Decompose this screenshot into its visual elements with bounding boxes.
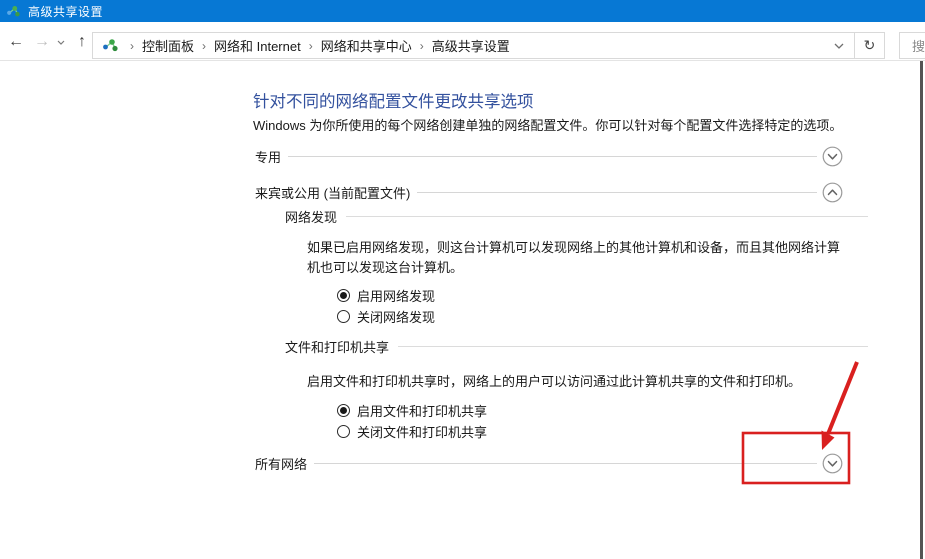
address-bar[interactable]: › 控制面板 › 网络和 Internet › 网络和共享中心 › 高级共享设置… <box>92 32 885 59</box>
advanced-sharing-settings-window: 高级共享设置 ← → ↑ › 控制面板 › 网络和 Internet <box>0 0 925 559</box>
subsection-file-printer-sharing: 文件和打印机共享 <box>285 338 868 354</box>
network-icon <box>102 38 119 53</box>
expand-private-chevron-icon[interactable] <box>822 146 843 167</box>
radio-enable-file-sharing[interactable] <box>337 404 350 417</box>
breadcrumb: › 控制面板 › 网络和 Internet › 网络和共享中心 › 高级共享设置 <box>93 36 824 55</box>
breadcrumb-item-control-panel[interactable]: 控制面板 <box>142 36 194 55</box>
breadcrumb-separator: › <box>412 39 432 53</box>
file-printer-sharing-title: 文件和打印机共享 <box>285 337 389 356</box>
section-divider <box>288 156 817 157</box>
title-bar: 高级共享设置 <box>0 0 925 22</box>
breadcrumb-item-network-sharing-center[interactable]: 网络和共享中心 <box>321 36 412 55</box>
refresh-icon[interactable]: ↻ <box>854 33 884 58</box>
file-printer-sharing-description: 启用文件和打印机共享时，网络上的用户可以访问通过此计算机共享的文件和打印机。 <box>307 372 852 392</box>
subsection-divider <box>398 346 868 347</box>
radio-row-enable-network-discovery[interactable]: 启用网络发现 <box>337 286 435 305</box>
sharing-settings-icon <box>6 5 21 18</box>
page-title: 针对不同的网络配置文件更改共享选项 <box>253 88 534 112</box>
section-guest-public-label: 来宾或公用 (当前配置文件) <box>255 183 410 202</box>
network-discovery-description: 如果已启用网络发现，则这台计算机可以发现网络上的其他计算机和设备，而且其他网络计… <box>307 238 852 278</box>
navigation-toolbar: ← → ↑ › 控制面板 › 网络和 Internet › 网络和共享中心 <box>0 22 925 61</box>
radio-row-disable-network-discovery[interactable]: 关闭网络发现 <box>337 307 435 326</box>
breadcrumb-item-network-internet[interactable]: 网络和 Internet <box>214 36 301 55</box>
radio-disable-network-discovery[interactable] <box>337 310 350 323</box>
breadcrumb-separator: › <box>301 39 321 53</box>
page-description: Windows 为你所使用的每个网络创建单独的网络配置文件。你可以针对每个配置文… <box>253 115 842 134</box>
window-title: 高级共享设置 <box>28 3 103 20</box>
network-discovery-title: 网络发现 <box>285 207 337 226</box>
subsection-divider <box>346 216 868 217</box>
recent-pages-chevron-icon[interactable] <box>54 31 68 53</box>
section-divider <box>314 463 817 464</box>
expand-all-networks-chevron-icon[interactable] <box>822 453 843 474</box>
section-private-label: 专用 <box>255 147 281 166</box>
radio-row-enable-file-sharing[interactable]: 启用文件和打印机共享 <box>337 401 487 420</box>
file-printer-sharing-options: 启用文件和打印机共享 关闭文件和打印机共享 <box>337 401 487 443</box>
section-guest-public: 来宾或公用 (当前配置文件) <box>255 181 843 203</box>
collapse-guest-public-chevron-icon[interactable] <box>822 182 843 203</box>
breadcrumb-separator: › <box>122 39 142 53</box>
subsection-network-discovery: 网络发现 <box>285 208 868 224</box>
radio-label[interactable]: 启用文件和打印机共享 <box>357 401 487 420</box>
network-discovery-options: 启用网络发现 关闭网络发现 <box>337 286 435 328</box>
back-icon[interactable]: ← <box>4 31 28 53</box>
annotation-overlay <box>0 0 925 559</box>
up-icon[interactable]: ↑ <box>70 31 94 53</box>
window-right-edge <box>920 61 923 559</box>
search-input[interactable]: 搜索 <box>899 32 925 59</box>
section-all-networks-label: 所有网络 <box>255 454 307 473</box>
forward-icon[interactable]: → <box>30 31 54 53</box>
section-private: 专用 <box>255 145 843 167</box>
address-dropdown-chevron-icon[interactable] <box>824 33 854 58</box>
radio-label[interactable]: 启用网络发现 <box>357 286 435 305</box>
radio-label[interactable]: 关闭网络发现 <box>357 307 435 326</box>
breadcrumb-item-advanced-sharing[interactable]: 高级共享设置 <box>432 36 510 55</box>
radio-enable-network-discovery[interactable] <box>337 289 350 302</box>
radio-disable-file-sharing[interactable] <box>337 425 350 438</box>
section-all-networks: 所有网络 <box>255 452 843 474</box>
radio-row-disable-file-sharing[interactable]: 关闭文件和打印机共享 <box>337 422 487 441</box>
section-divider <box>417 192 817 193</box>
radio-label[interactable]: 关闭文件和打印机共享 <box>357 422 487 441</box>
breadcrumb-separator: › <box>194 39 214 53</box>
